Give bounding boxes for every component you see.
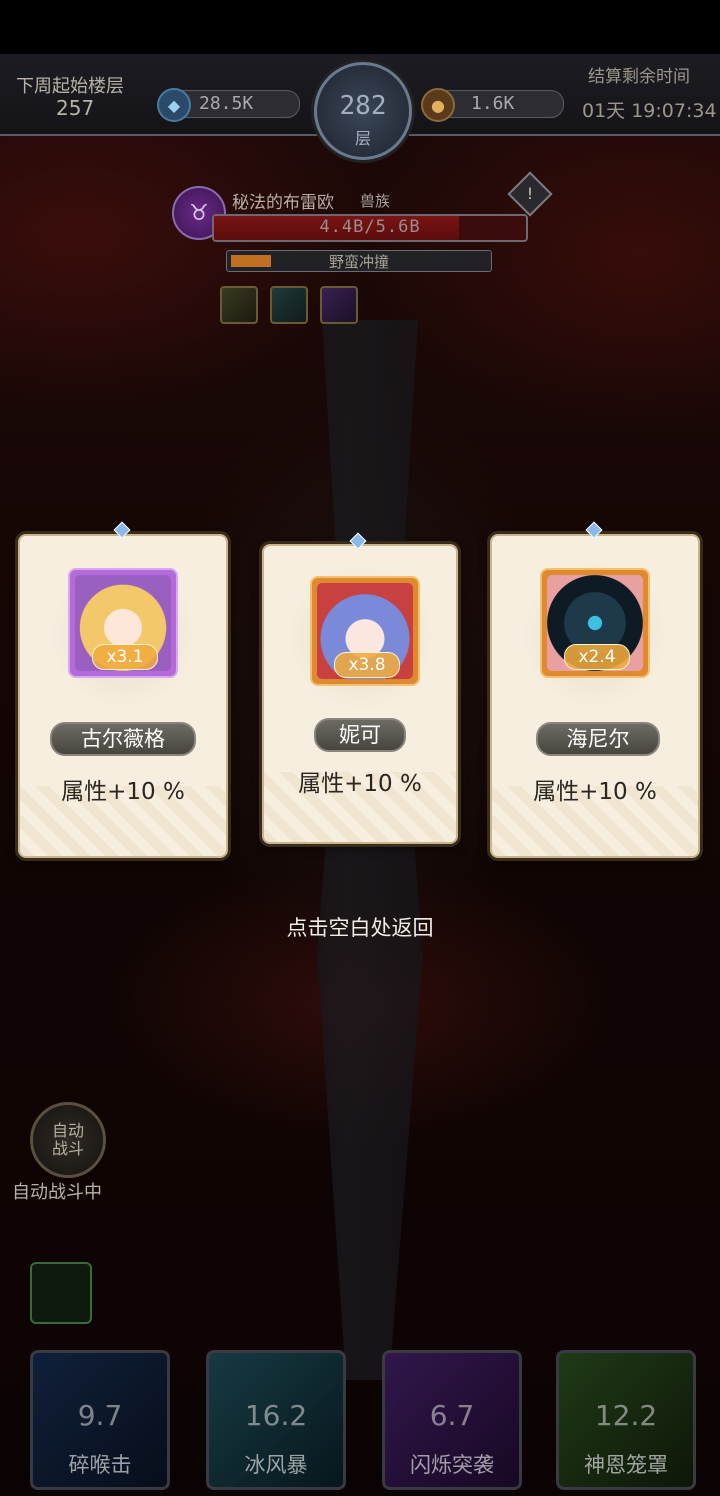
multiplier-badge: x3.1 <box>92 644 158 670</box>
buff-icon-1[interactable] <box>220 286 258 324</box>
skill-button-2[interactable]: 16.2 冰风暴 <box>206 1350 346 1490</box>
boss-skill-bar: 野蛮冲撞 <box>226 250 492 272</box>
coin-icon: ● <box>421 88 455 122</box>
hero-card-2[interactable]: x3.8 妮可 属性+10 % <box>262 544 458 844</box>
hero-portrait-heinir: x2.4 <box>540 568 650 678</box>
hero-attr-bonus: 属性+10 % <box>533 779 657 805</box>
boss-hp-text: 4.4B/5.6B <box>319 217 421 237</box>
skill-cooldown: 16.2 <box>244 1399 308 1432</box>
boss-name: 秘法的布雷欧 <box>232 193 334 213</box>
skill-name: 神恩笼罩 <box>584 1453 668 1477</box>
boss-race: 兽族 <box>360 192 391 210</box>
hero-portrait-gullveig: x3.1 <box>68 568 178 678</box>
gem-counter[interactable]: ◆ 28.5K <box>157 88 300 122</box>
coin-count: 1.6K <box>471 93 515 114</box>
hero-name: 海尼尔 <box>536 722 660 756</box>
buff-icon-3[interactable] <box>320 286 358 324</box>
settle-time-label: 结算剩余时间 <box>588 67 690 87</box>
status-bar <box>0 0 720 54</box>
hero-name: 妮可 <box>314 718 406 752</box>
skill-name: 闪烁突袭 <box>410 1453 494 1477</box>
skill-cooldown: 9.7 <box>77 1399 123 1432</box>
skill-button-3[interactable]: 6.7 闪烁突袭 <box>382 1350 522 1490</box>
skill-cooldown: 12.2 <box>594 1399 658 1432</box>
hero-attr-bonus: 属性+10 % <box>61 779 185 805</box>
gem-icon: ◆ <box>157 88 191 122</box>
hero-attr-bonus: 属性+10 % <box>298 771 422 797</box>
current-floor-badge: 282 层 <box>314 62 412 160</box>
multiplier-badge: x3.8 <box>334 652 400 678</box>
multiplier-badge: x2.4 <box>564 644 630 670</box>
tap-to-return-hint: 点击空白处返回 <box>286 916 434 940</box>
auto-battle-button[interactable]: 自动 战斗 <box>30 1102 106 1178</box>
floor-unit: 层 <box>354 129 371 148</box>
hero-swap-icon[interactable] <box>30 1262 92 1324</box>
auto-battle-button-label: 自动 战斗 <box>51 1121 84 1158</box>
skill-name: 冰风暴 <box>244 1453 308 1477</box>
hero-portrait-nico: x3.8 <box>310 576 420 686</box>
coin-counter[interactable]: ● 1.6K <box>421 88 564 122</box>
settle-time-value: 01天 19:07:34 <box>582 100 717 122</box>
next-week-floor-label: 下周起始楼层 <box>16 76 124 97</box>
hero-card-1[interactable]: x3.1 古尔薇格 属性+10 % <box>18 534 228 858</box>
auto-battle-status: 自动战斗中 <box>12 1182 102 1203</box>
skill-name: 碎喉击 <box>68 1453 132 1477</box>
buff-icon-2[interactable] <box>270 286 308 324</box>
hero-name: 古尔薇格 <box>50 722 196 756</box>
skill-button-4[interactable]: 12.2 神恩笼罩 <box>556 1350 696 1490</box>
gem-count: 28.5K <box>199 93 254 114</box>
boss-skill-name: 野蛮冲撞 <box>328 253 389 271</box>
skill-cooldown: 6.7 <box>429 1399 475 1432</box>
skill-button-1[interactable]: 9.7 碎喉击 <box>30 1350 170 1490</box>
current-floor-number: 282 <box>339 91 387 121</box>
next-week-floor-value: 257 <box>56 96 95 120</box>
hero-card-3[interactable]: x2.4 海尼尔 属性+10 % <box>490 534 700 858</box>
boss-hp-bar: 4.4B/5.6B <box>212 214 528 242</box>
